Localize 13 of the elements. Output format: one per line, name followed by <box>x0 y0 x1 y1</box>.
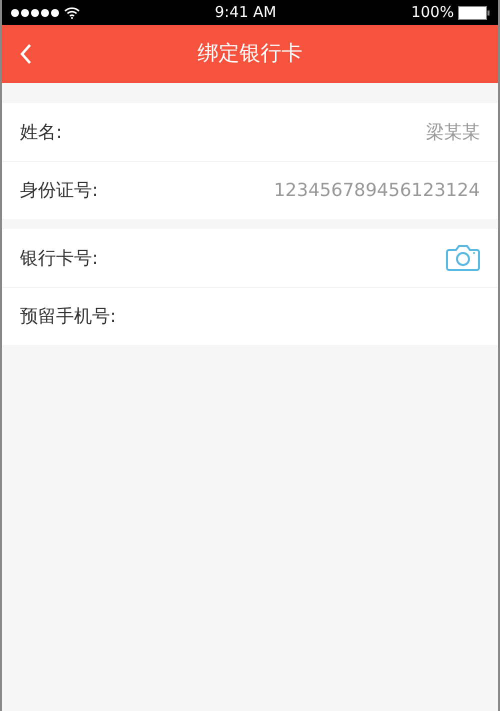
page-title: 绑定银行卡 <box>198 40 302 68</box>
camera-icon[interactable] <box>446 244 480 272</box>
field-label: 预留手机号: <box>20 305 116 329</box>
status-time: 9:41 AM <box>214 2 276 24</box>
field-label: 姓名: <box>20 120 62 144</box>
field-value: 123456789456123124 <box>274 179 480 203</box>
field-label: 身份证号: <box>20 179 98 203</box>
signal-icon <box>10 8 60 18</box>
battery-percent: 100% <box>411 2 454 24</box>
field-label: 银行卡号: <box>20 246 98 270</box>
wifi-icon <box>64 6 80 18</box>
battery-icon <box>458 6 490 20</box>
field-value: 梁某某 <box>426 120 480 144</box>
